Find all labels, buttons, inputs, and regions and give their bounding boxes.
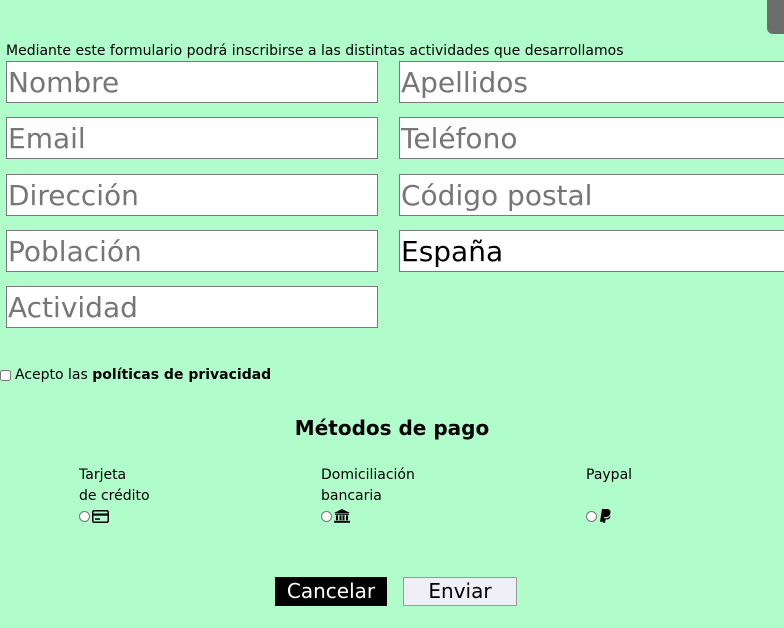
payment-option-card[interactable]: Tarjeta de crédito: [79, 465, 150, 524]
payment-card-label-2: de crédito: [79, 488, 150, 504]
apellidos-input[interactable]: [399, 61, 784, 103]
payment-paypal-radio[interactable]: [586, 510, 597, 522]
payment-bank-label-1: Domiciliación: [321, 467, 415, 483]
privacy-checkbox[interactable]: [0, 369, 11, 381]
bank-icon: [334, 509, 350, 523]
privacy-consent[interactable]: Acepto las políticas de privacidad: [0, 366, 271, 384]
telefono-input[interactable]: [399, 117, 784, 159]
payment-paypal-label-1: Paypal: [586, 467, 633, 483]
poblacion-input[interactable]: [6, 230, 378, 272]
send-button[interactable]: Enviar: [403, 577, 517, 606]
corner-tab: [767, 0, 784, 34]
privacy-prefix: Acepto las: [15, 367, 93, 383]
credit-card-icon: [92, 509, 109, 523]
email-input[interactable]: [6, 117, 378, 159]
payment-card-radio[interactable]: [79, 510, 90, 522]
payment-paypal-label-2: [586, 486, 632, 507]
paypal-icon: [599, 509, 611, 523]
privacy-policy-link[interactable]: políticas de privacidad: [92, 366, 271, 384]
payment-methods-title: Métodos de pago: [294, 416, 490, 440]
payment-option-paypal[interactable]: Paypal: [586, 465, 632, 524]
form-intro: Mediante este formulario podrá inscribir…: [6, 43, 624, 59]
payment-card-label-1: Tarjeta: [79, 467, 127, 483]
payment-bank-label-2: bancaria: [321, 488, 382, 504]
codigo-postal-input[interactable]: [399, 174, 784, 216]
payment-bank-radio[interactable]: [321, 510, 332, 522]
cancel-button[interactable]: Cancelar: [275, 577, 387, 606]
payment-option-bank[interactable]: Domiciliación bancaria: [321, 465, 415, 524]
pais-input[interactable]: [399, 230, 784, 272]
direccion-input[interactable]: [6, 174, 378, 216]
actividad-input[interactable]: [6, 286, 378, 328]
nombre-input[interactable]: [6, 61, 378, 103]
